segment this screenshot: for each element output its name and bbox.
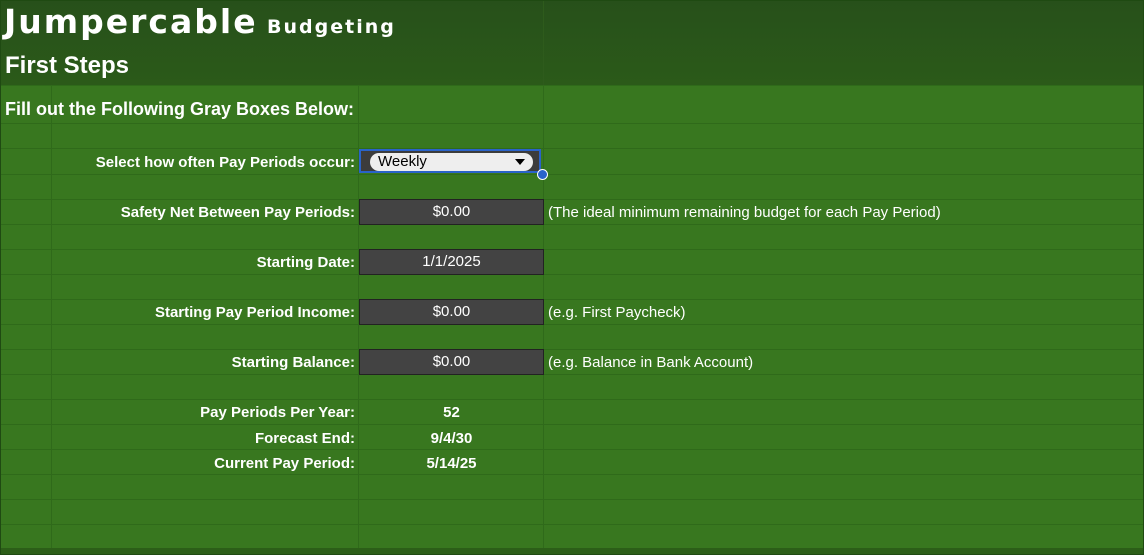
window-frame [0, 0, 1144, 555]
